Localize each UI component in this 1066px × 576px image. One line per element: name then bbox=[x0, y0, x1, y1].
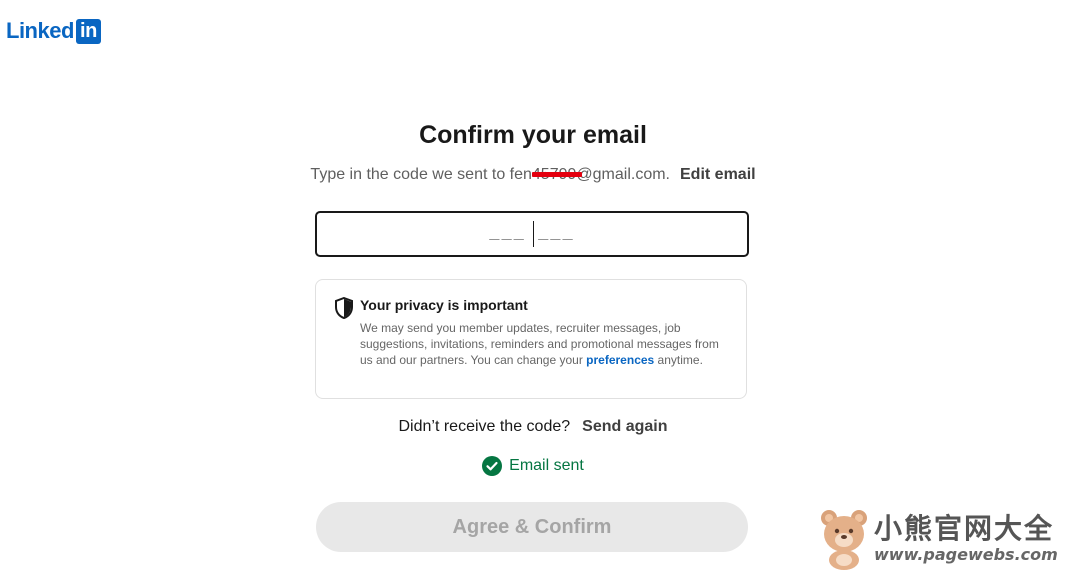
agree-confirm-button[interactable]: Agree & Confirm bbox=[316, 502, 748, 552]
watermark-cn: 小熊官网大全 bbox=[874, 512, 1055, 545]
preferences-link[interactable]: preferences bbox=[586, 353, 654, 367]
email-address: fen45799@gmail.com. bbox=[510, 166, 670, 184]
shield-icon bbox=[335, 297, 353, 319]
check-circle-icon bbox=[482, 456, 503, 476]
linkedin-logo[interactable]: Linked in bbox=[6, 18, 101, 44]
privacy-title: Your privacy is important bbox=[360, 297, 528, 313]
resend-row: Didn’t receive the code? Send again bbox=[0, 418, 1066, 436]
email-start: fen bbox=[509, 166, 532, 183]
subtitle: Type in the code we sent to fen45799@gma… bbox=[0, 166, 1066, 184]
send-again-link[interactable]: Send again bbox=[582, 418, 667, 435]
redaction-mark bbox=[531, 172, 582, 177]
email-end: @gmail.com. bbox=[576, 166, 670, 183]
logo-in-box: in bbox=[75, 18, 101, 44]
privacy-body: We may send you member updates, recruite… bbox=[360, 320, 730, 368]
privacy-notice: Your privacy is important We may send yo… bbox=[315, 279, 747, 399]
logo-wordmark: Linked bbox=[6, 18, 74, 43]
status-text: Email sent bbox=[509, 457, 584, 474]
code-placeholder: ___ ___ bbox=[489, 225, 575, 244]
verification-code-input[interactable]: ___ ___ bbox=[315, 211, 749, 257]
email-sent-status: Email sent bbox=[0, 456, 1066, 476]
text-caret bbox=[533, 221, 534, 247]
watermark-url: www.pagewebs.com bbox=[874, 545, 1058, 564]
subtitle-prefix: Type in the code we sent to bbox=[310, 166, 510, 183]
bear-mascot-icon bbox=[821, 510, 867, 570]
edit-email-link[interactable]: Edit email bbox=[680, 166, 756, 183]
privacy-text-end: anytime. bbox=[654, 353, 703, 367]
watermark: 小熊官网大全 www.pagewebs.com bbox=[818, 508, 1058, 570]
resend-question: Didn’t receive the code? bbox=[398, 418, 571, 435]
page-title: Confirm your email bbox=[419, 121, 647, 149]
